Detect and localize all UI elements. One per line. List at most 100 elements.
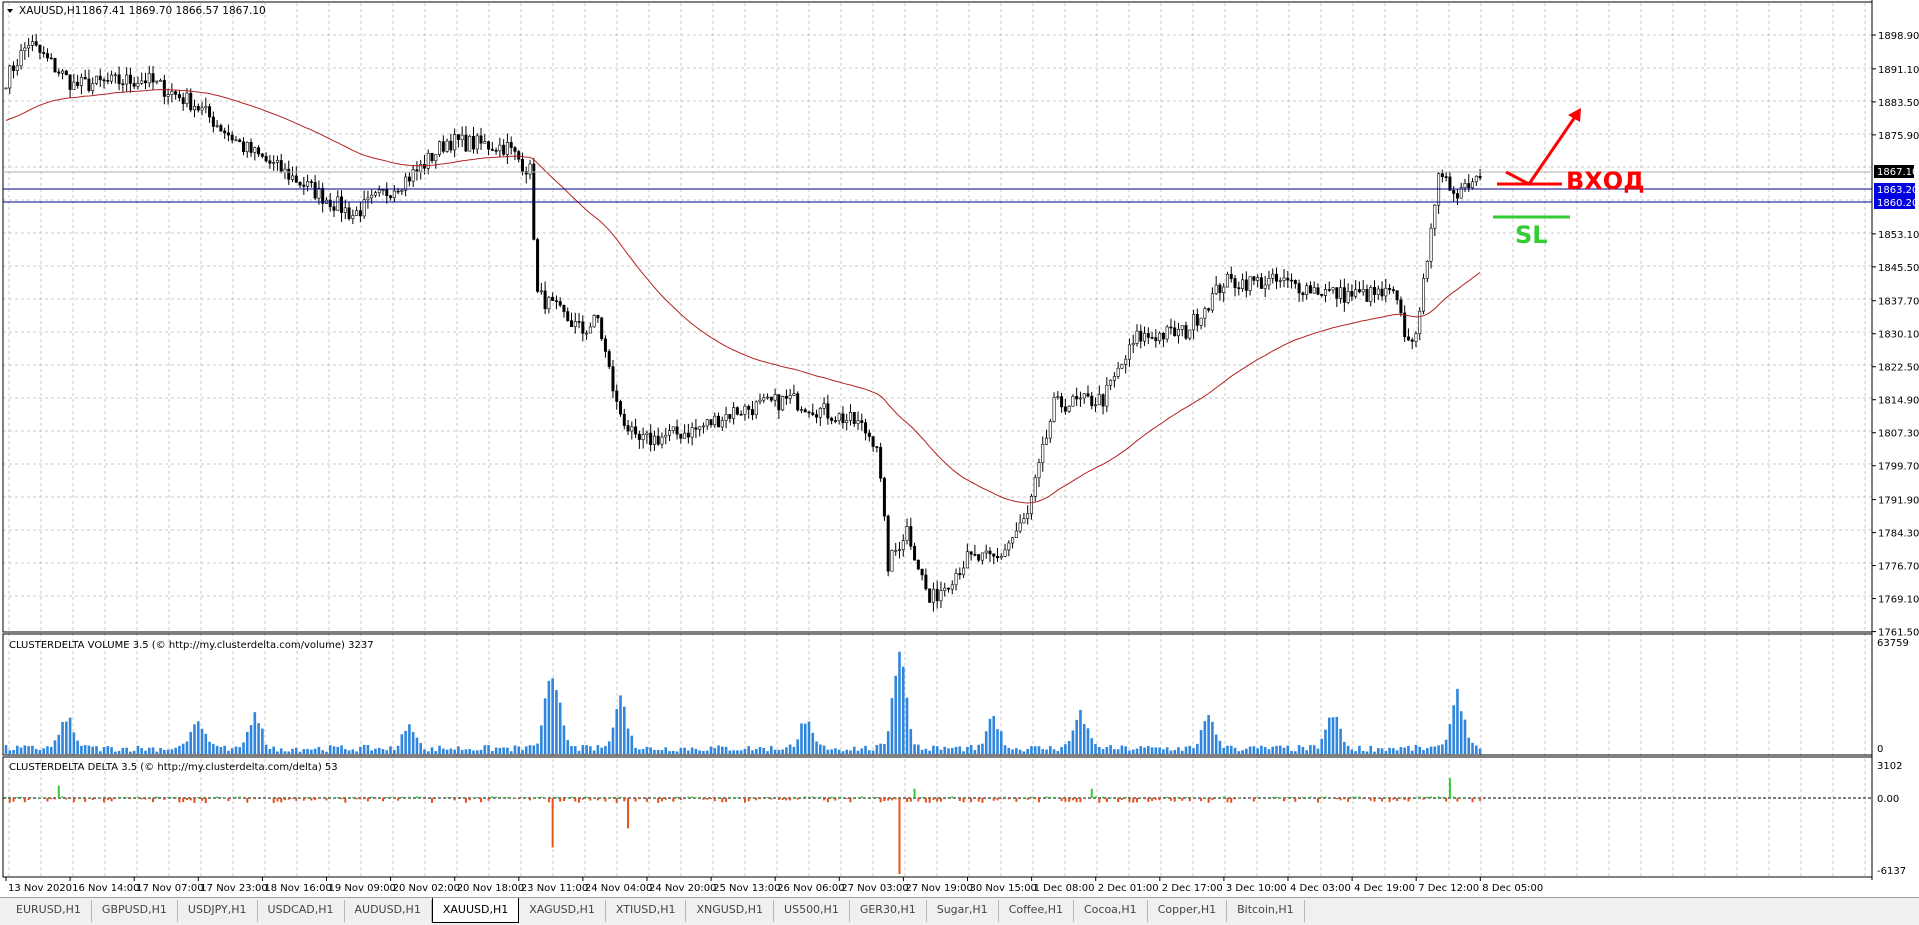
volume-bar	[675, 751, 679, 754]
tab-xauusd-h1[interactable]: XAUUSD,H1	[431, 898, 520, 923]
candle-bear	[68, 74, 72, 90]
delta-bar-positive	[841, 797, 844, 798]
candle-bear	[83, 77, 87, 80]
delta-bar-positive	[16, 796, 19, 798]
tab-ger30-h1[interactable]: GER30,H1	[850, 900, 927, 922]
volume-bar	[42, 748, 45, 754]
delta-bar-negative	[1079, 798, 1082, 803]
volume-bar	[660, 750, 664, 754]
candle-bear	[389, 195, 393, 199]
volume-bar	[1018, 749, 1022, 754]
tab-audusd-h1[interactable]: AUDUSD,H1	[345, 900, 432, 922]
delta-bar-positive	[370, 796, 373, 798]
volume-bar	[114, 751, 117, 754]
candle-bear	[603, 338, 607, 352]
delta-bar-negative	[517, 798, 520, 800]
delta-bar-positive	[99, 797, 102, 798]
time-tick-label: 26 Nov 06:00	[777, 883, 844, 894]
volume-bar	[34, 748, 38, 754]
chart-window[interactable]: ВХОД SL XAUUSD,H1 1867.41 1869.70 1866.5…	[0, 0, 1919, 897]
delta-bar-positive	[1279, 797, 1282, 798]
candle-bear	[1395, 290, 1399, 301]
candle-bear	[260, 153, 264, 157]
tab-coffee-h1[interactable]: Coffee,H1	[999, 900, 1074, 922]
tab-us500-h1[interactable]: US500,H1	[774, 900, 850, 922]
tab-usdcad-h1[interactable]: USDCAD,H1	[258, 900, 345, 922]
candle-bull	[943, 587, 947, 591]
volume-bar	[803, 723, 807, 754]
candle-bull	[91, 83, 95, 91]
candle-bull	[4, 87, 8, 90]
delta-bar-negative	[1200, 798, 1203, 802]
volume-bar	[1003, 745, 1007, 754]
delta-bar-positive	[174, 796, 177, 798]
entry-annotation[interactable]: ВХОД	[1497, 108, 1645, 195]
time-tick-label: 16 Nov 14:00	[72, 883, 139, 894]
candle-bull	[411, 169, 415, 182]
delta-bar-negative	[280, 798, 283, 803]
volume-bar	[230, 748, 234, 754]
candle-bear	[882, 477, 886, 517]
tab-xagusd-h1[interactable]: XAGUSD,H1	[519, 900, 606, 922]
tab-cocoa-h1[interactable]: Cocoa,H1	[1074, 900, 1148, 922]
candle-bull	[890, 550, 894, 572]
volume-bar	[1361, 751, 1365, 754]
volume-bar	[1275, 745, 1278, 754]
volume-bar	[1082, 723, 1086, 754]
volume-bar	[1471, 742, 1474, 754]
delta-bar-negative	[72, 798, 75, 803]
tab-eurusd-h1[interactable]: EURUSD,H1	[6, 900, 92, 922]
candle-bull	[185, 92, 189, 104]
candle-bear	[509, 142, 513, 148]
candle-bull	[1052, 397, 1056, 422]
volume-bar	[528, 745, 532, 754]
delta-bar-positive	[540, 796, 543, 798]
volume-bar	[1392, 748, 1395, 754]
tab-usdjpy-h1[interactable]: USDJPY,H1	[178, 900, 258, 922]
volume-bar	[215, 745, 219, 754]
volume-bar	[68, 717, 72, 754]
candle-bear	[1060, 396, 1064, 408]
tab-bitcoin-h1[interactable]: Bitcoin,H1	[1227, 900, 1305, 922]
volume-bar	[1143, 747, 1146, 754]
volume-bar	[524, 746, 528, 754]
delta-bar-positive	[1053, 796, 1056, 798]
candle-bull	[1278, 280, 1282, 282]
delta-bar-negative	[227, 798, 230, 802]
candle-bear	[675, 426, 679, 435]
tab-sugar-h1[interactable]: Sugar,H1	[927, 900, 999, 922]
delta-bar-negative	[924, 798, 927, 803]
candle-bull	[1422, 278, 1426, 312]
tab-copper-h1[interactable]: Copper,H1	[1148, 900, 1228, 922]
chevron-down-icon[interactable]	[7, 9, 13, 13]
delta-bar-negative	[578, 798, 581, 803]
candle-bull	[1067, 405, 1071, 412]
delta-bar-positive	[532, 797, 535, 798]
volume-bar	[302, 749, 306, 754]
candle-bear	[679, 433, 683, 439]
candle-bear	[490, 148, 494, 151]
candle-bear	[298, 182, 302, 186]
candle-bull	[1361, 289, 1365, 293]
candle-bear	[973, 553, 977, 556]
candle-bear	[996, 555, 1000, 559]
tab-xngusd-h1[interactable]: XNGUSD,H1	[686, 900, 775, 922]
volume-bar	[1245, 748, 1248, 754]
candle-bull	[434, 154, 438, 162]
candle-bear	[807, 411, 811, 414]
volume-bar	[1056, 751, 1060, 754]
candle-bull	[79, 77, 83, 86]
tab-gbpusd-h1[interactable]: GBPUSD,H1	[92, 900, 178, 922]
candle-bull	[136, 83, 140, 87]
volume-bar	[325, 751, 328, 754]
tab-xtiusd-h1[interactable]: XTIUSD,H1	[606, 900, 687, 922]
delta-bar-positive	[351, 797, 354, 798]
chart-tabs: EURUSD,H1 GBPUSD,H1 USDJPY,H1 USDCAD,H1 AUDU…	[0, 897, 1919, 925]
candle-bull	[856, 420, 860, 424]
candle-bear	[958, 573, 962, 576]
grid	[3, 3, 1872, 877]
delta-bar-negative	[317, 798, 320, 799]
candle-bull	[193, 106, 197, 111]
candle-bull	[939, 590, 943, 602]
candle-bear	[886, 515, 890, 572]
